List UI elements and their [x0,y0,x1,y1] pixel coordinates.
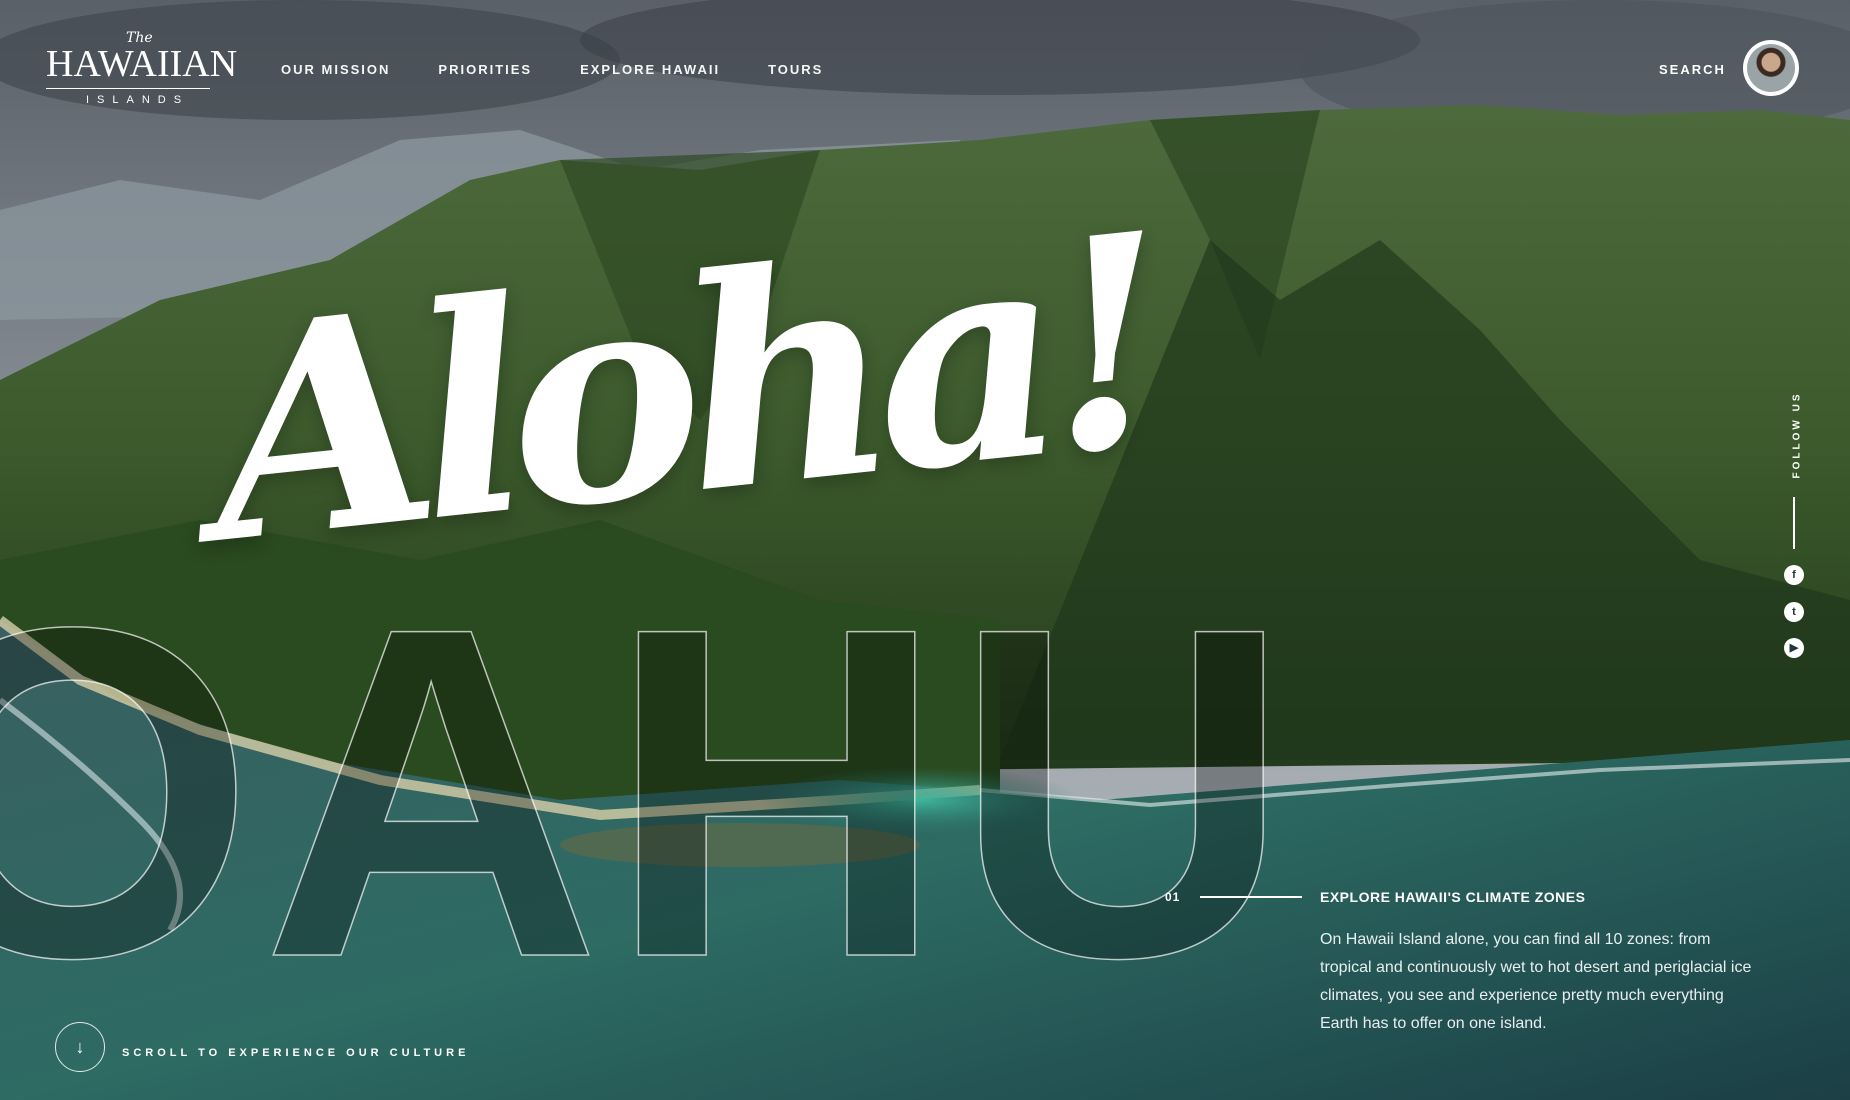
avatar[interactable] [1743,40,1799,96]
info-title[interactable]: EXPLORE HAWAII'S CLIMATE ZONES [1320,889,1585,905]
twitter-icon[interactable]: t [1784,602,1804,622]
scroll-button[interactable]: ↓ [55,1022,105,1072]
youtube-icon[interactable]: ▶ [1784,638,1804,658]
nav-priorities[interactable]: PRIORITIES [438,62,532,77]
arrow-down-icon: ↓ [75,1037,85,1057]
info-rule [1200,896,1302,898]
follow-divider [1793,497,1795,549]
main-nav: OUR MISSION PRIORITIES EXPLORE HAWAII TO… [281,62,823,77]
search-link[interactable]: SEARCH [1659,62,1726,77]
site-logo[interactable]: The HAWAIIAN ISLANDS [46,30,237,106]
follow-us-label: FOLLOW US [1791,391,1803,479]
island-name: OAHU [0,530,1298,1055]
scroll-label[interactable]: SCROLL TO EXPERIENCE OUR CULTURE [122,1047,469,1059]
info-text: On Hawaii Island alone, you can find all… [1320,931,1752,1032]
logo-subtitle: ISLANDS [86,94,190,106]
nav-tours[interactable]: TOURS [768,62,823,77]
logo-divider [46,88,210,89]
info-number: 01 [1165,890,1181,904]
avatar-image [1747,44,1795,92]
nav-explore-hawaii[interactable]: EXPLORE HAWAII [580,62,720,77]
facebook-icon[interactable]: f [1784,565,1804,585]
follow-us: FOLLOW US [1787,391,1803,480]
nav-our-mission[interactable]: OUR MISSION [281,62,390,77]
logo-brand: HAWAIIAN [46,43,238,85]
